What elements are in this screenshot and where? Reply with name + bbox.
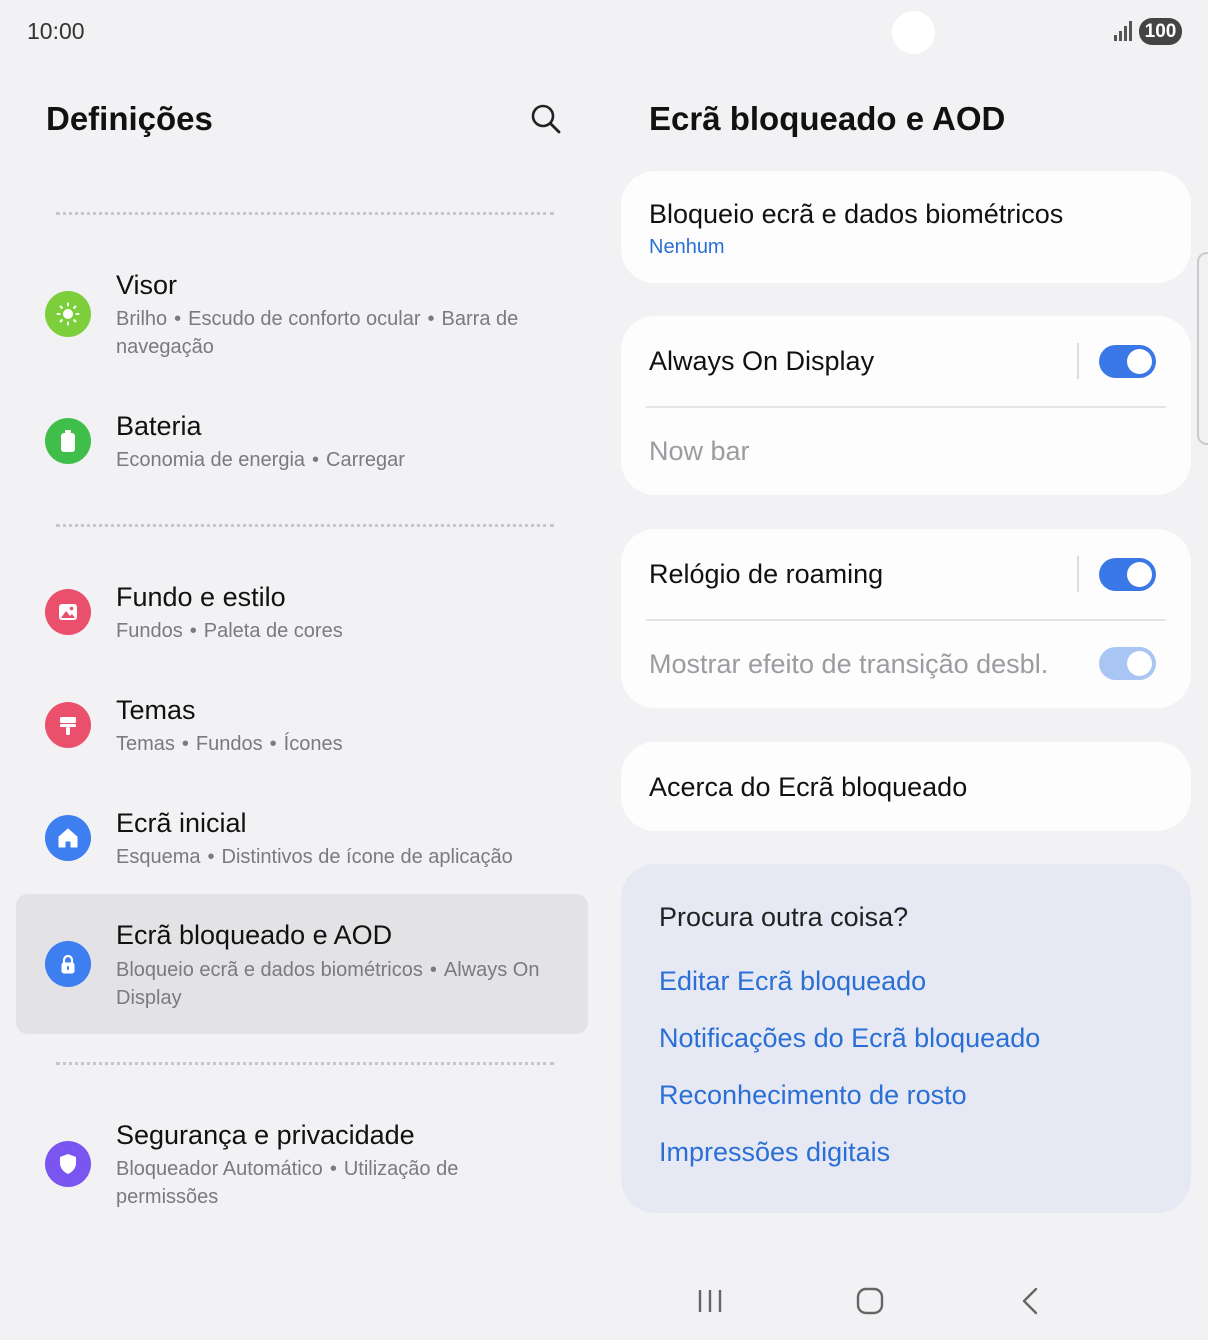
camera-cutout: [892, 11, 935, 54]
aod-card: Always On Display Now bar: [621, 316, 1191, 495]
row-divider: [646, 619, 1166, 621]
menu-item-title: Fundo e estilo: [116, 582, 286, 612]
menu-item-subtitle: Bloqueio ecrã e dados biométricos • Always…: [116, 959, 540, 1009]
menu-item-subtitle: Brilho • Escudo de conforto ocular • Barra d…: [116, 308, 519, 358]
menu-item-subtitle: Esquema • Distintivos de ícone de aplicaçã…: [116, 846, 513, 868]
detail-title: Ecrã bloqueado e AOD: [649, 100, 1006, 137]
search-icon: [531, 104, 561, 134]
menu-item-fundo-estilo[interactable]: Fundo e estilo Fundos • Paleta de cores: [16, 570, 588, 660]
aod-toggle[interactable]: [1099, 345, 1156, 378]
page-title: Definições: [46, 100, 213, 137]
lock-icon: [45, 941, 91, 987]
sun-icon: [45, 291, 91, 337]
suggestion-link[interactable]: Notificações do Ecrã bloqueado: [659, 1023, 1040, 1054]
group-divider: [56, 524, 554, 527]
group-divider: [56, 212, 554, 215]
suggestion-link[interactable]: Editar Ecrã bloqueado: [659, 966, 926, 997]
row-divider: [646, 406, 1166, 408]
menu-item-ecra-bloqueado[interactable]: Ecrã bloqueado e AOD Bloqueio ecrã e dad…: [16, 894, 588, 1034]
transition-effect-title[interactable]: Mostrar efeito de transição desbl.: [649, 649, 1048, 680]
lock-screen-title: Bloqueio ecrã e dados biométricos: [649, 199, 1064, 229]
menu-item-title: Bateria: [116, 411, 202, 441]
home-button[interactable]: [850, 1281, 890, 1321]
menu-item-subtitle: Fundos • Paleta de cores: [116, 620, 343, 642]
suggestion-link[interactable]: Reconhecimento de rosto: [659, 1080, 967, 1111]
transition-effect-toggle[interactable]: [1099, 647, 1156, 680]
menu-item-temas[interactable]: Temas Temas • Fundos • Ícones: [16, 683, 588, 773]
status-time: 10:00: [27, 18, 85, 44]
about-lock-screen-title: Acerca do Ecrã bloqueado: [649, 772, 968, 802]
back-icon: [1022, 1287, 1038, 1315]
paint-roller-icon: [45, 702, 91, 748]
menu-item-subtitle: Economia de energia • Carregar: [116, 449, 405, 471]
lock-screen-value: Nenhum: [649, 236, 725, 258]
menu-item-title: Ecrã bloqueado e AOD: [116, 920, 393, 950]
signal-icon: [1114, 21, 1132, 41]
battery-icon: 100: [1139, 18, 1182, 45]
menu-item-title: Visor: [116, 270, 178, 300]
back-button[interactable]: [1010, 1281, 1050, 1321]
menu-item-title: Segurança e privacidade: [116, 1120, 415, 1150]
scrollbar[interactable]: [1197, 252, 1208, 445]
now-bar-item[interactable]: Now bar: [649, 436, 750, 467]
vertical-separator: [1077, 343, 1079, 379]
suggestions-card: Procura outra coisa? Editar Ecrã bloquea…: [621, 864, 1191, 1213]
roaming-clock-title[interactable]: Relógio de roaming: [649, 559, 883, 590]
recents-button[interactable]: [690, 1281, 730, 1321]
menu-item-title: Temas: [116, 695, 196, 725]
group-divider: [56, 1062, 554, 1065]
menu-item-subtitle: Temas • Fundos • Ícones: [116, 733, 343, 755]
vertical-separator: [1077, 556, 1079, 592]
search-button[interactable]: [527, 100, 565, 138]
menu-item-subtitle: Bloqueador Automático • Utilização de perm…: [116, 1158, 459, 1208]
recents-icon: [698, 1290, 722, 1312]
aod-title[interactable]: Always On Display: [649, 346, 874, 377]
home-icon: [45, 815, 91, 861]
lock-screen-card[interactable]: Bloqueio ecrã e dados biométricos Nenhum: [621, 171, 1191, 283]
roaming-card: Relógio de roaming Mostrar efeito de tra…: [621, 529, 1191, 708]
about-lock-screen-card[interactable]: Acerca do Ecrã bloqueado: [621, 742, 1191, 831]
menu-item-seguranca[interactable]: Segurança e privacidade Bloqueador Autom…: [16, 1108, 588, 1224]
battery-setting-icon: [45, 418, 91, 464]
menu-item-visor[interactable]: Visor Brilho • Escudo de conforto ocular • B…: [16, 260, 588, 376]
menu-item-bateria[interactable]: Bateria Economia de energia • Carregar: [16, 400, 588, 490]
wallpaper-icon: [45, 589, 91, 635]
menu-item-ecra-inicial[interactable]: Ecrã inicial Esquema • Distintivos de ícon…: [16, 796, 588, 886]
shield-icon: [45, 1141, 91, 1187]
roaming-clock-toggle[interactable]: [1099, 558, 1156, 591]
home-nav-icon: [856, 1287, 884, 1315]
menu-item-title: Ecrã inicial: [116, 808, 247, 838]
suggestion-link[interactable]: Impressões digitais: [659, 1137, 890, 1168]
suggestions-title: Procura outra coisa?: [659, 902, 909, 932]
